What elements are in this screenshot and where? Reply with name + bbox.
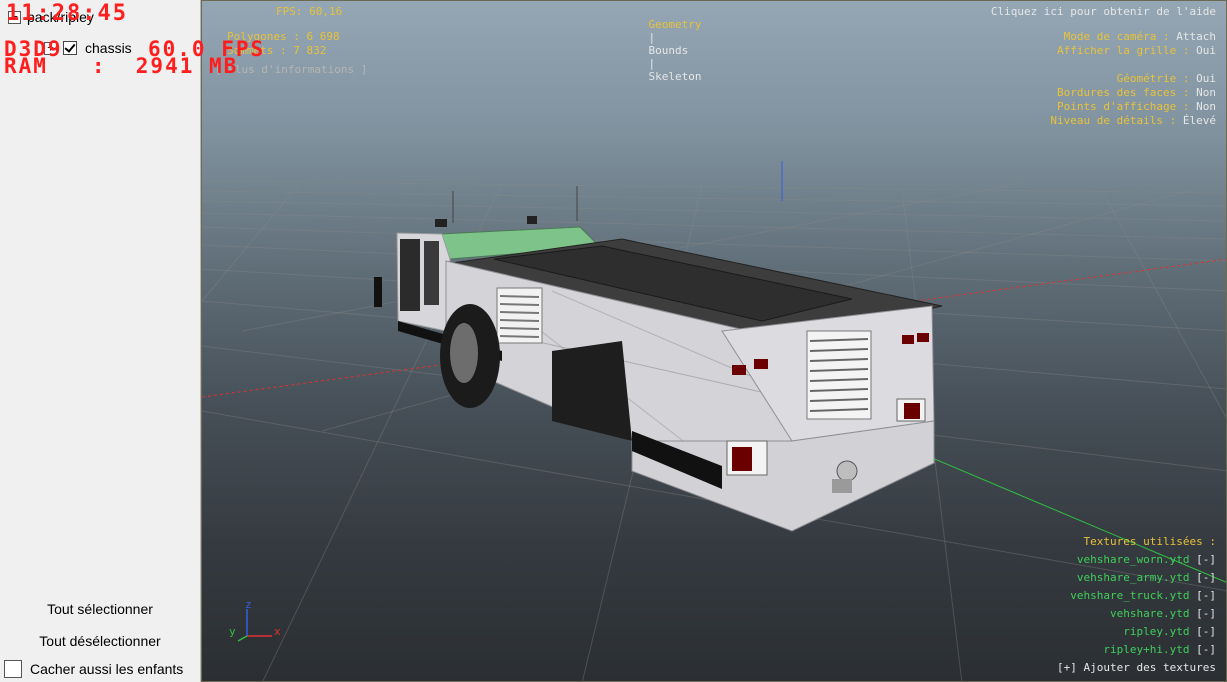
remove-texture-button[interactable]: [-] [1196, 589, 1216, 602]
tab-skeleton[interactable]: Skeleton [649, 70, 702, 83]
tab-separator: | [648, 57, 656, 70]
texture-name[interactable]: vehshare_truck.ytd [1070, 589, 1189, 602]
texture-name[interactable]: vehshare_army.ytd [1077, 571, 1190, 584]
fps-counter: FPS: 60,16 [276, 5, 343, 18]
texture-name[interactable]: ripley+hi.ytd [1103, 643, 1189, 656]
setting-geometry[interactable]: Géométrie : Oui [1117, 72, 1216, 85]
setting-face-borders[interactable]: Bordures des faces : Non [1057, 86, 1216, 99]
texture-name[interactable]: vehshare.ytd [1110, 607, 1189, 620]
texture-name[interactable]: ripley.ytd [1123, 625, 1189, 638]
setting-value[interactable]: Élevé [1183, 114, 1216, 127]
setting-value[interactable]: Oui [1196, 44, 1216, 57]
debug-ram: RAM : 2941 MB [4, 54, 239, 78]
texture-item: vehshare_worn.ytd [-] [1077, 553, 1216, 566]
axis-y-label: y [229, 625, 236, 638]
vertex-count-value: 7 832 [293, 44, 327, 57]
axis-z-label: z [245, 598, 252, 611]
axis-gizmo [237, 609, 272, 642]
select-all-button[interactable]: Tout sélectionner [0, 594, 200, 624]
texture-item: vehshare_truck.ytd [-] [1070, 589, 1216, 602]
remove-texture-button[interactable]: [-] [1196, 643, 1216, 656]
tab-geometry[interactable]: Geometry [649, 18, 702, 31]
remove-texture-button[interactable]: [-] [1196, 625, 1216, 638]
texture-item: vehshare.ytd [-] [1110, 607, 1216, 620]
scene-tree-panel: − pack/ripley + chassis Tout sélectionne… [0, 0, 201, 682]
setting-label: Niveau de détails : [1050, 114, 1177, 127]
hide-children-checkbox[interactable] [4, 660, 22, 678]
deselect-all-button[interactable]: Tout désélectionner [0, 626, 200, 656]
remove-texture-button[interactable]: [-] [1196, 553, 1216, 566]
texture-item: ripley.ytd [-] [1123, 625, 1216, 638]
hide-children-label: Cacher aussi les enfants [30, 661, 184, 677]
polygon-count-value: 6 698 [306, 30, 340, 43]
chassis-visibility-checkbox[interactable] [63, 41, 77, 55]
setting-detail-level[interactable]: Niveau de détails : Élevé [1050, 114, 1216, 127]
ripley-vehicle-model [374, 186, 943, 532]
debug-clock: 11:28:45 [6, 1, 128, 26]
setting-value[interactable]: Non [1196, 100, 1216, 113]
setting-label: Géométrie : [1116, 72, 1190, 85]
setting-display-points[interactable]: Points d'affichage : Non [1057, 100, 1216, 113]
axis-x-label: x [274, 625, 281, 638]
setting-label: Bordures des faces : [1057, 86, 1190, 99]
textures-title: Textures utilisées : [1083, 535, 1216, 548]
setting-label: Points d'affichage : [1057, 100, 1190, 113]
setting-label: Mode de caméra : [1063, 30, 1170, 43]
add-textures-button[interactable]: [+] Ajouter des textures [1057, 661, 1216, 674]
render-mode-tabs: Geometry | Bounds | Skeleton [622, 5, 702, 96]
remove-texture-button[interactable]: [-] [1196, 607, 1216, 620]
setting-value[interactable]: Non [1196, 86, 1216, 99]
hide-children-option[interactable]: Cacher aussi les enfants [0, 656, 200, 682]
texture-item: vehshare_army.ytd [-] [1077, 571, 1216, 584]
help-link[interactable]: Cliquez ici pour obtenir de l'aide [991, 5, 1216, 18]
setting-show-grid[interactable]: Afficher la grille : Oui [1057, 44, 1216, 57]
setting-value[interactable]: Oui [1196, 72, 1216, 85]
tab-bounds[interactable]: Bounds [649, 44, 689, 57]
texture-item: ripley+hi.ytd [-] [1103, 643, 1216, 656]
texture-name[interactable]: vehshare_worn.ytd [1077, 553, 1190, 566]
setting-label: Afficher la grille : [1057, 44, 1190, 57]
tab-separator: | [648, 31, 656, 44]
setting-camera-mode[interactable]: Mode de caméra : Attach [1064, 30, 1216, 43]
remove-texture-button[interactable]: [-] [1196, 571, 1216, 584]
setting-value[interactable]: Attach [1176, 30, 1216, 43]
3d-viewport[interactable]: x y z FPS: 60,16 Geometry | Bounds | Ske… [201, 0, 1227, 682]
